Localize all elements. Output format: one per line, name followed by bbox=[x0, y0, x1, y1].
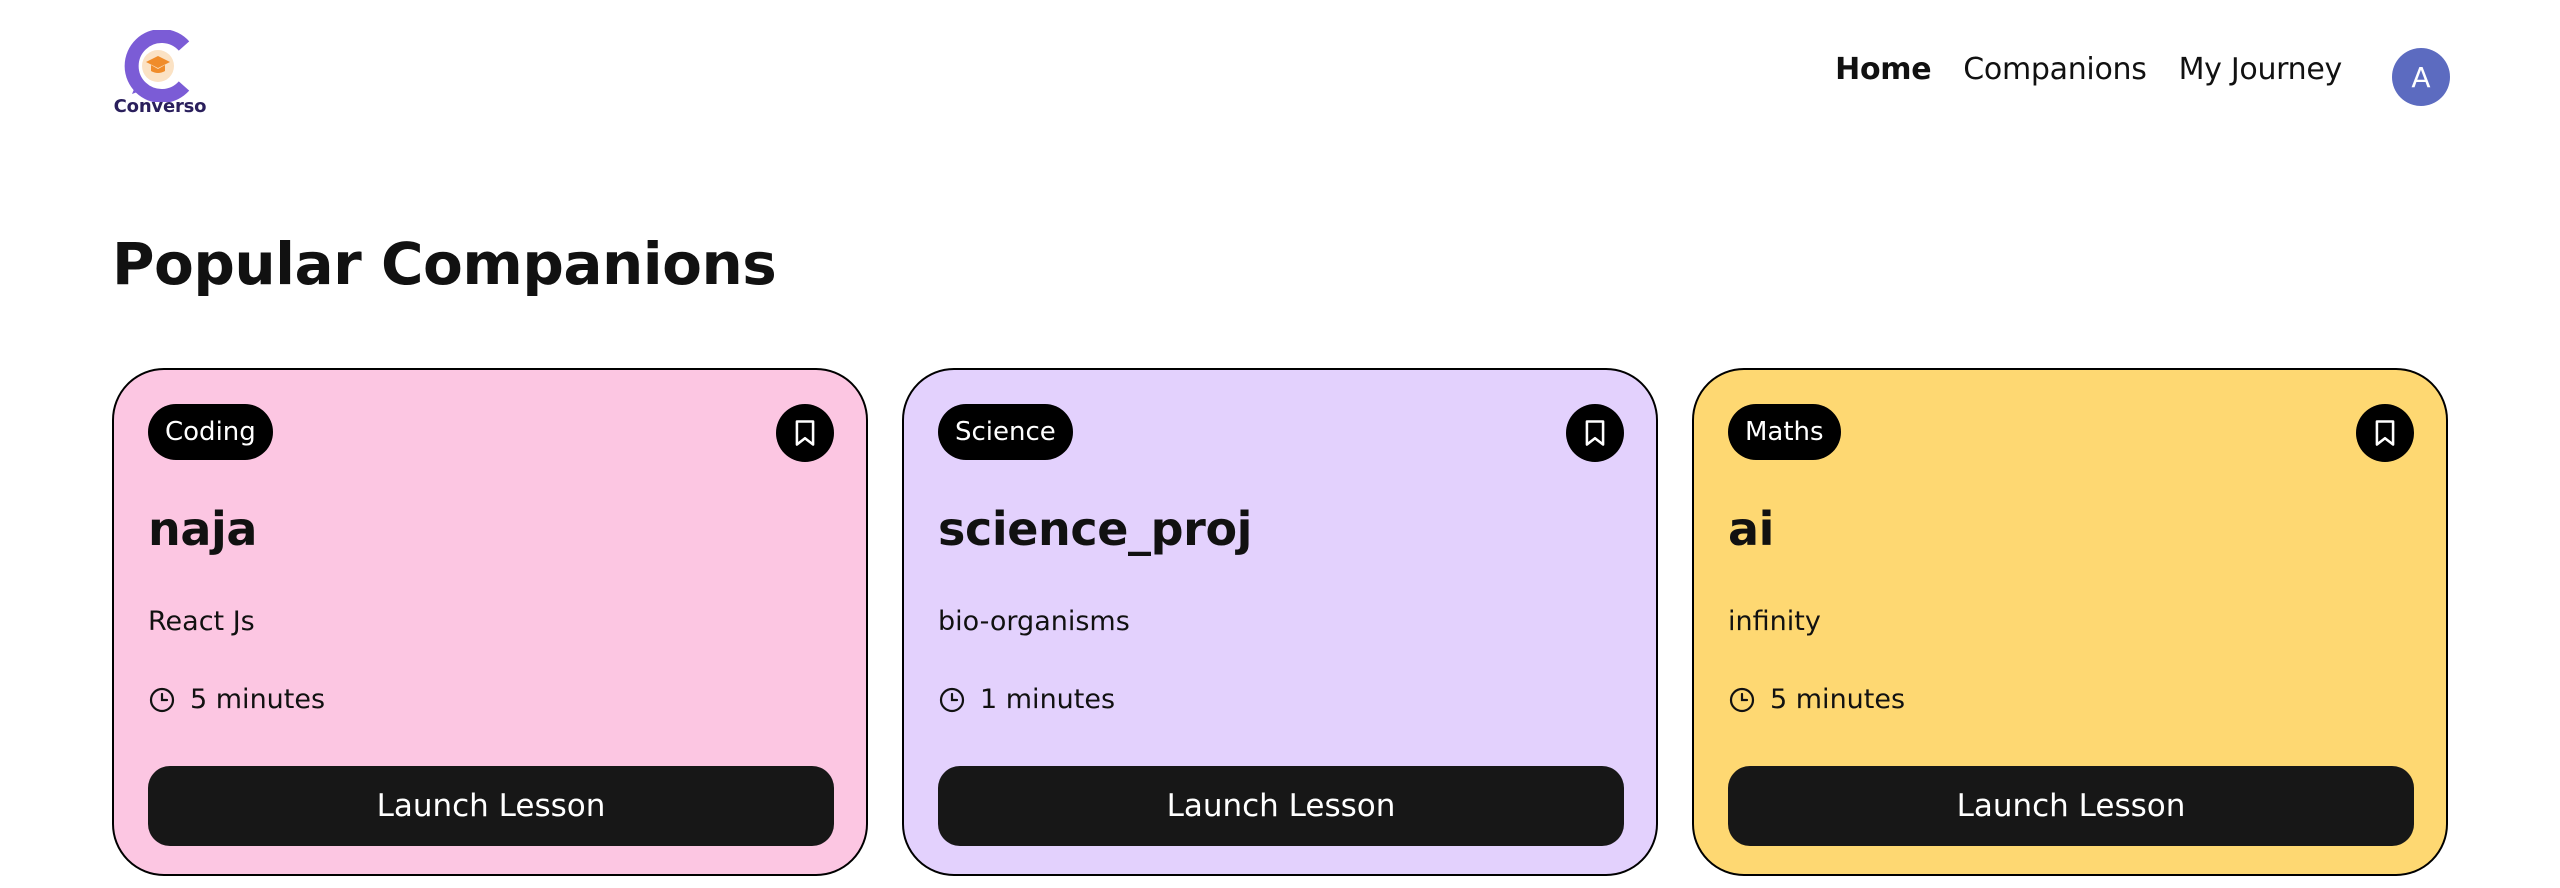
companion-name: science_proj bbox=[938, 502, 1253, 556]
duration-label: 5 minutes bbox=[1770, 684, 1906, 715]
nav-my-journey[interactable]: My Journey bbox=[2179, 52, 2343, 87]
duration-label: 5 minutes bbox=[190, 684, 326, 715]
bookmark-button[interactable] bbox=[776, 404, 834, 462]
companion-name: naja bbox=[148, 502, 257, 556]
clock-icon bbox=[939, 687, 965, 712]
companion-card: Coding naja React Js 5 minutes Launch Le… bbox=[112, 368, 868, 876]
bookmark-icon bbox=[2375, 420, 2395, 446]
companion-cards-list: Coding naja React Js 5 minutes Launch Le… bbox=[112, 368, 2448, 876]
bookmark-button[interactable] bbox=[1566, 404, 1624, 462]
subject-badge: Maths bbox=[1728, 404, 1841, 460]
companion-topic: React Js bbox=[148, 606, 255, 637]
companion-topic: infinity bbox=[1728, 606, 1821, 637]
graduation-cap-chat-logo-icon bbox=[124, 30, 190, 102]
top-navbar: Converso Home Companions My Journey A bbox=[0, 0, 2560, 150]
duration-row: 1 minutes bbox=[938, 684, 1115, 715]
subject-badge: Science bbox=[938, 404, 1073, 460]
nav-companions[interactable]: Companions bbox=[1963, 52, 2147, 87]
subject-badge: Coding bbox=[148, 404, 273, 460]
companion-card: Maths ai infinity 5 minutes Launch Lesso… bbox=[1692, 368, 2448, 876]
companion-topic: bio-organisms bbox=[938, 606, 1130, 637]
companion-card: Science science_proj bio-organisms 1 min… bbox=[902, 368, 1658, 876]
bookmark-icon bbox=[1585, 420, 1605, 446]
nav-home[interactable]: Home bbox=[1835, 52, 1931, 87]
bookmark-button[interactable] bbox=[2356, 404, 2414, 462]
launch-lesson-button[interactable]: Launch Lesson bbox=[148, 766, 834, 846]
clock-icon bbox=[1729, 687, 1755, 712]
launch-lesson-button[interactable]: Launch Lesson bbox=[1728, 766, 2414, 846]
main-nav: Home Companions My Journey bbox=[1835, 52, 2342, 87]
user-avatar[interactable]: A bbox=[2392, 48, 2450, 106]
launch-lesson-button[interactable]: Launch Lesson bbox=[938, 766, 1624, 846]
page-title: Popular Companions bbox=[112, 230, 777, 298]
brand-name: Converso bbox=[113, 96, 207, 117]
duration-label: 1 minutes bbox=[980, 684, 1116, 715]
duration-row: 5 minutes bbox=[148, 684, 325, 715]
clock-icon bbox=[149, 687, 175, 712]
duration-row: 5 minutes bbox=[1728, 684, 1905, 715]
bookmark-icon bbox=[795, 420, 815, 446]
companion-name: ai bbox=[1728, 502, 1775, 556]
converso-logo[interactable]: Converso bbox=[112, 30, 208, 120]
